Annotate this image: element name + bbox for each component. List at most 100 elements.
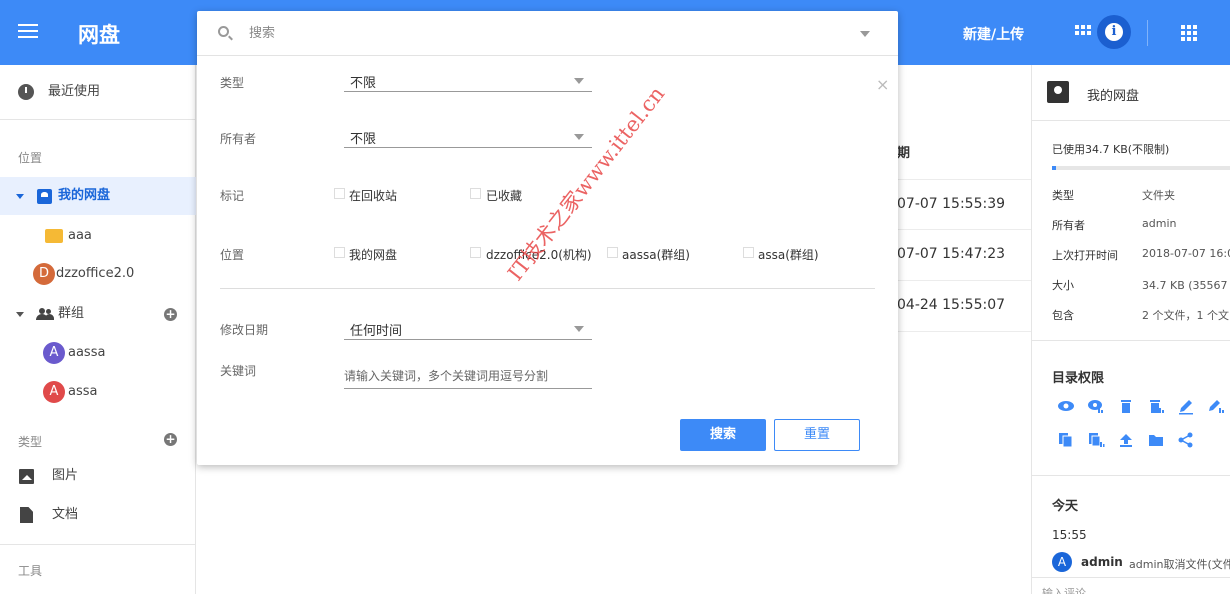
document-icon bbox=[20, 507, 33, 523]
toolbar-divider bbox=[1147, 20, 1148, 46]
sidebar-item-recent[interactable]: 最近使用 bbox=[0, 73, 196, 111]
storage-bar bbox=[1052, 166, 1230, 170]
share-icon bbox=[1178, 432, 1193, 448]
new-upload-button[interactable]: 新建/上传 bbox=[963, 24, 1024, 44]
section-type: 类型 bbox=[18, 435, 43, 449]
type-label: 类型 bbox=[220, 76, 245, 90]
activity-title: 今天 bbox=[1052, 499, 1079, 514]
permission-icons bbox=[1058, 400, 1224, 448]
details-panel: 我的网盘 已使用34.7 KB(不限制) 类型 文件夹 所有者 admin 上次… bbox=[1031, 65, 1230, 594]
modified-date-label: 修改日期 bbox=[220, 323, 269, 337]
view-icon bbox=[1058, 401, 1074, 411]
date-cell: 07-07 15:55:39 bbox=[897, 196, 1006, 212]
keyword-label: 关键词 bbox=[220, 364, 257, 378]
divider bbox=[220, 288, 875, 289]
edit-own-icon bbox=[1209, 400, 1224, 413]
section-location: 位置 bbox=[18, 151, 43, 165]
prop-value: admin bbox=[1142, 217, 1177, 230]
drive-user-icon bbox=[1047, 81, 1069, 103]
search-icon bbox=[218, 26, 229, 37]
divider bbox=[1032, 577, 1230, 578]
sidebar-item-group-aassa[interactable]: A aassa bbox=[0, 334, 196, 372]
owner-label: 所有者 bbox=[220, 132, 257, 146]
section-tools: 工具 bbox=[18, 564, 43, 578]
group-assa-checkbox[interactable] bbox=[743, 247, 754, 258]
add-type-icon[interactable]: + bbox=[164, 433, 177, 446]
chevron-down-icon bbox=[574, 78, 584, 84]
mark-label: 标记 bbox=[220, 189, 245, 203]
avatar: A bbox=[43, 342, 65, 364]
keyword-input[interactable] bbox=[344, 363, 592, 389]
close-icon[interactable]: × bbox=[876, 75, 889, 94]
date-cell: 04-24 15:55:07 bbox=[897, 297, 1006, 313]
sidebar-item-group-assa[interactable]: A assa bbox=[0, 373, 196, 411]
my-drive-checkbox[interactable] bbox=[334, 247, 345, 258]
column-header-date[interactable]: 期 bbox=[897, 142, 910, 161]
prop-label: 包含 bbox=[1052, 309, 1074, 322]
group-aassa-checkbox[interactable] bbox=[607, 247, 618, 258]
sidebar-item-label: 群组 bbox=[58, 306, 85, 321]
activity-time: 15:55 bbox=[1052, 528, 1087, 542]
app-title: 网盘 bbox=[78, 23, 120, 47]
hamburger-menu-icon[interactable] bbox=[18, 24, 38, 40]
sidebar-item-label: aaa bbox=[68, 228, 92, 243]
prop-value: 2018-07-07 16:0 bbox=[1142, 247, 1230, 260]
owner-select[interactable]: 不限 bbox=[344, 124, 592, 148]
copy-own-icon bbox=[1089, 433, 1105, 447]
checkbox-label: aassa(群组) bbox=[622, 248, 690, 262]
activity-user: admin bbox=[1081, 555, 1123, 569]
caret-down-icon[interactable] bbox=[16, 194, 24, 199]
folder-icon bbox=[45, 229, 63, 243]
caret-down-icon[interactable] bbox=[16, 312, 24, 317]
sidebar-item-docs[interactable]: 文档 bbox=[0, 496, 196, 534]
search-bar bbox=[197, 11, 898, 56]
prop-label: 类型 bbox=[1052, 189, 1074, 202]
prop-value: 文件夹 bbox=[1142, 189, 1175, 202]
avatar: A bbox=[1052, 552, 1072, 572]
favorites-checkbox[interactable] bbox=[470, 188, 481, 199]
position-label: 位置 bbox=[220, 248, 245, 262]
divider bbox=[0, 119, 196, 120]
info-button[interactable]: i bbox=[1097, 15, 1131, 49]
divider bbox=[0, 544, 196, 545]
user-folder-icon bbox=[37, 189, 52, 204]
copy-icon bbox=[1059, 433, 1073, 448]
divider bbox=[1032, 475, 1230, 476]
sidebar-item-images[interactable]: 图片 bbox=[0, 457, 196, 495]
sidebar-item-org[interactable]: D dzzoffice2.0 bbox=[0, 255, 196, 293]
storage-bar-fill bbox=[1052, 166, 1056, 170]
search-button[interactable]: 搜索 bbox=[680, 419, 766, 451]
sidebar-item-label: 图片 bbox=[52, 468, 79, 483]
date-cell: 07-07 15:47:23 bbox=[897, 246, 1006, 262]
sidebar-item-my-drive[interactable]: 我的网盘 bbox=[0, 177, 196, 215]
storage-used: 已使用34.7 KB(不限制) bbox=[1052, 143, 1170, 156]
apps-icon[interactable] bbox=[1181, 25, 1197, 41]
prop-label: 上次打开时间 bbox=[1052, 249, 1118, 262]
add-group-icon[interactable]: + bbox=[164, 308, 177, 321]
sidebar-item-folder-aaa[interactable]: aaa bbox=[0, 217, 196, 255]
sidebar-item-label: aassa bbox=[68, 345, 106, 360]
prop-label: 大小 bbox=[1052, 279, 1074, 292]
type-select-value: 不限 bbox=[350, 76, 377, 91]
group-icon bbox=[36, 308, 54, 320]
search-input[interactable] bbox=[249, 21, 849, 45]
sidebar-item-label: 最近使用 bbox=[48, 84, 101, 99]
avatar: D bbox=[33, 263, 55, 285]
reset-button[interactable]: 重置 bbox=[774, 419, 860, 451]
grid-view-icon[interactable] bbox=[1075, 25, 1091, 39]
panel-title: 我的网盘 bbox=[1087, 89, 1140, 104]
recycle-bin-checkbox[interactable] bbox=[334, 188, 345, 199]
sidebar-item-label: 我的网盘 bbox=[58, 188, 111, 203]
view-own-icon bbox=[1088, 400, 1103, 413]
modified-date-select[interactable]: 任何时间 bbox=[344, 316, 592, 340]
comment-input[interactable]: 输入评论 bbox=[1042, 585, 1086, 594]
checkbox-label: 我的网盘 bbox=[349, 248, 398, 262]
sidebar-item-label: dzzoffice2.0 bbox=[56, 266, 135, 281]
clock-icon bbox=[18, 84, 34, 100]
type-select[interactable]: 不限 bbox=[344, 68, 592, 92]
collapse-search-icon[interactable] bbox=[860, 31, 870, 37]
org-checkbox[interactable] bbox=[470, 247, 481, 258]
prop-label: 所有者 bbox=[1052, 219, 1085, 232]
sidebar-item-groups[interactable]: 群组 + bbox=[0, 295, 196, 333]
folder-icon bbox=[1149, 435, 1163, 446]
